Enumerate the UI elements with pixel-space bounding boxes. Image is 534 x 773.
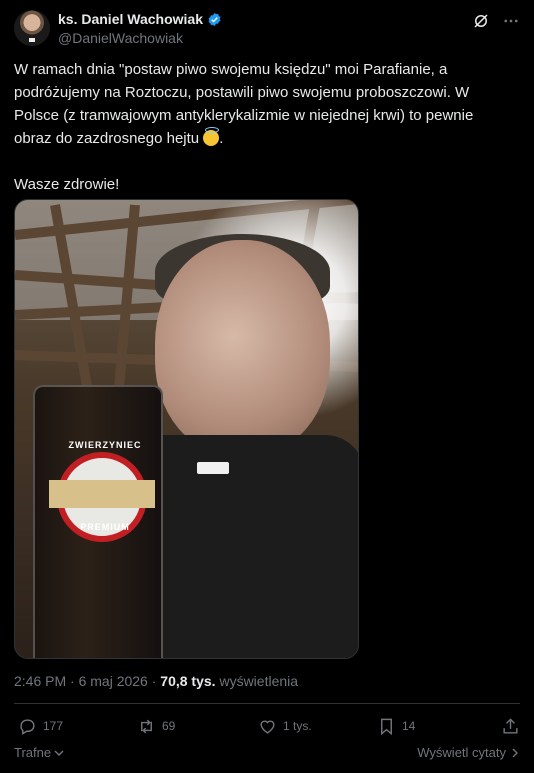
bookmark-button[interactable]: 14 (377, 717, 415, 736)
tweet-text: W ramach dnia "postaw piwo swojemu księd… (14, 61, 478, 193)
tweet-body: W ramach dnia "postaw piwo swojemu księd… (14, 61, 478, 147)
chevron-right-icon (512, 748, 518, 757)
bookmark-count: 14 (402, 719, 416, 733)
reply-icon (20, 718, 35, 735)
share-button[interactable] (501, 717, 520, 736)
view-count: 70,8 tys. (160, 673, 216, 689)
view-quotes-link[interactable]: Wyświetl cytaty (417, 745, 520, 760)
avatar[interactable] (14, 10, 50, 46)
like-button[interactable]: 1 tys. (258, 717, 312, 736)
bookmark-icon (381, 718, 392, 735)
author-name-row: ks. Daniel Wachowiak (58, 11, 222, 27)
more-icon[interactable] (502, 12, 520, 30)
author-name[interactable]: ks. Daniel Wachowiak (58, 11, 203, 27)
reply-button[interactable]: 177 (18, 717, 63, 736)
sort-label: Trafne (14, 745, 52, 760)
logo-text-bottom: PREMIUM (80, 522, 130, 532)
like-count: 1 tys. (283, 719, 312, 733)
halo-emoji-icon (203, 127, 220, 146)
verified-badge-icon (208, 12, 221, 26)
author-handle[interactable]: @DanielWachowiak (58, 30, 183, 46)
chevron-down-icon (54, 750, 64, 756)
repost-button[interactable]: 69 (137, 717, 175, 736)
repost-count: 69 (162, 719, 176, 733)
sort-dropdown[interactable]: Trafne (14, 745, 64, 760)
views-label: wyświetlenia (215, 673, 299, 689)
logo-text-top: ZWIERZYNIEC (68, 440, 142, 450)
tweet-timestamp[interactable]: 2:46 PM · 6 maj 2026 · (14, 673, 160, 689)
heart-icon (260, 720, 275, 734)
view-quotes-label: Wyświetl cytaty (417, 745, 506, 760)
share-icon (503, 717, 518, 734)
reply-count: 177 (43, 719, 64, 733)
action-bar: 177 69 1 tys. 14 (14, 713, 520, 739)
tweet-header: ks. Daniel Wachowiak @DanielWachowiak (14, 10, 520, 50)
repost-icon (141, 719, 152, 733)
tweet-photo[interactable]: ZWIERZYNIEC PREMIUM (14, 199, 359, 659)
tweet-meta: 2:46 PM · 6 maj 2026 · 70,8 tys. wyświet… (14, 673, 298, 689)
tweet-body-2: Wasze zdrowie! (14, 176, 120, 193)
replies-controls: Trafne Wyświetl cytaty (14, 745, 520, 765)
grok-icon[interactable] (472, 12, 490, 30)
divider (14, 703, 520, 704)
